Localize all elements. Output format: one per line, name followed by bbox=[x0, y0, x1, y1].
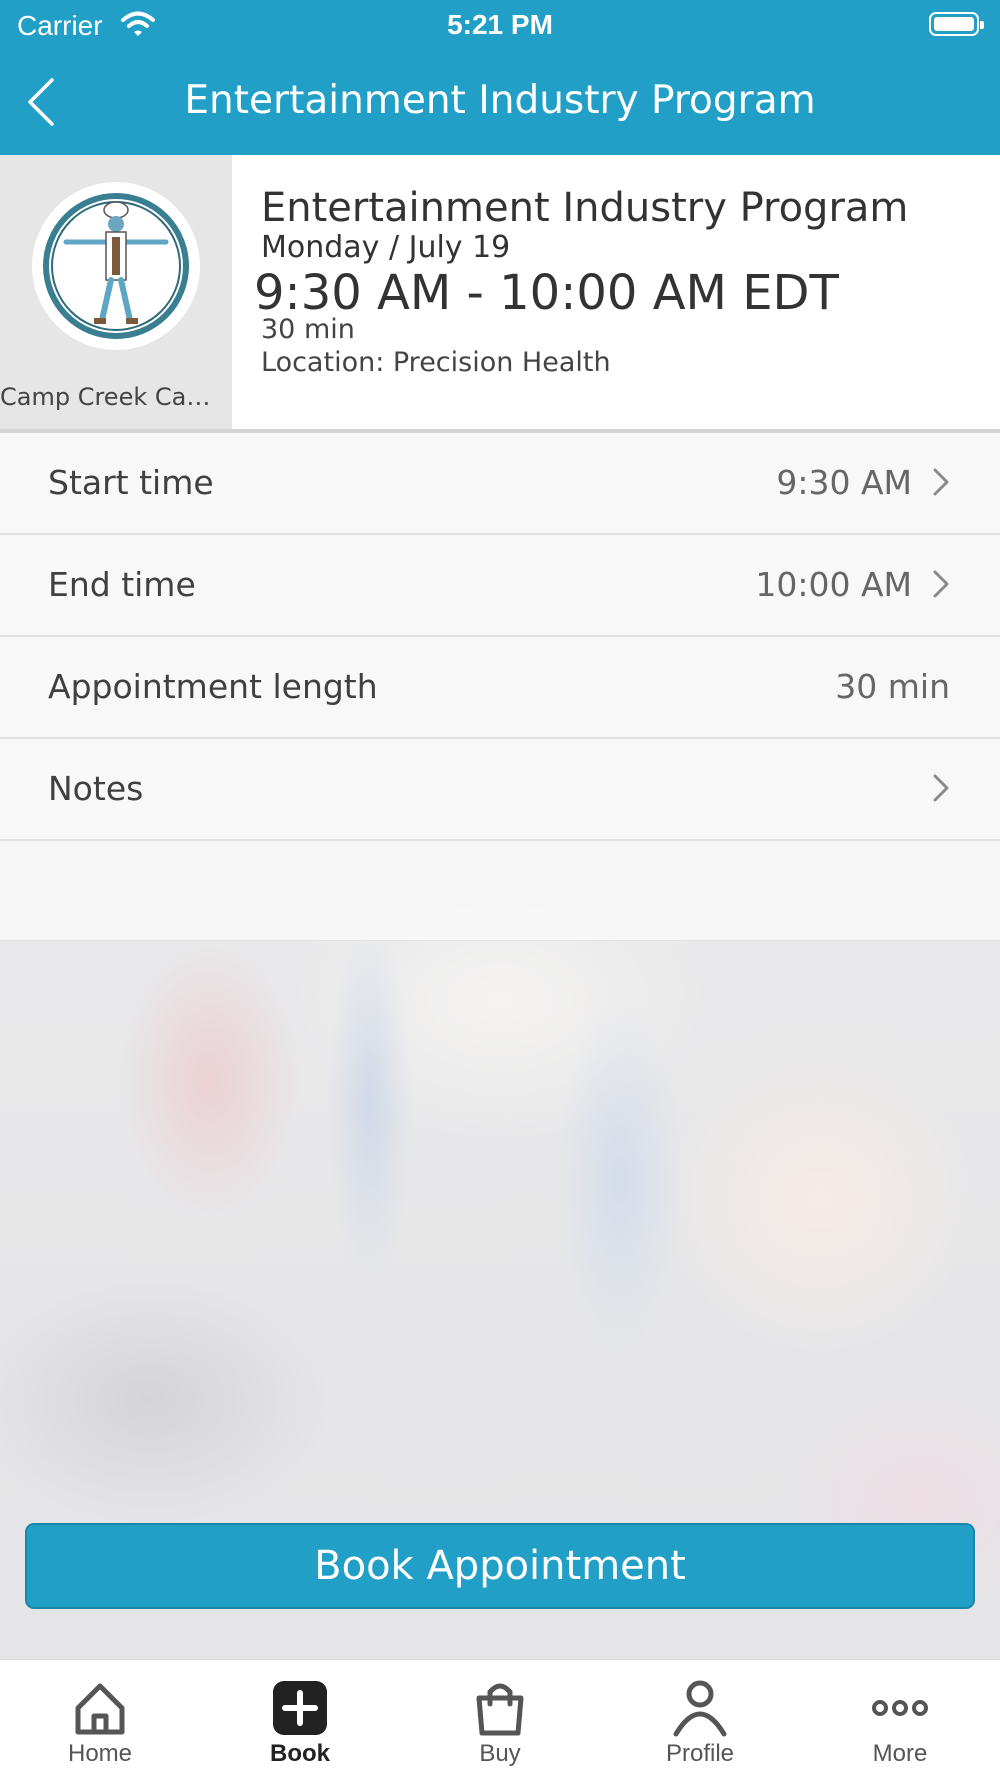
shopping-bag-icon bbox=[476, 1683, 524, 1736]
tab-buy[interactable]: Buy bbox=[400, 1660, 600, 1779]
event-title: Entertainment Industry Program bbox=[261, 185, 909, 231]
event-time-range: 9:30 AM - 10:00 AM EDT bbox=[254, 265, 839, 321]
provider-name: Camp Creek Camp... bbox=[0, 383, 232, 411]
tab-profile-label: Profile bbox=[665, 1740, 735, 1767]
tab-buy-label: Buy bbox=[479, 1740, 521, 1767]
tab-book[interactable]: Book bbox=[200, 1660, 400, 1779]
start-time-row[interactable]: Start time 9:30 AM bbox=[0, 433, 1000, 535]
event-summary-card: Camp Creek Camp... Entertainment Industr… bbox=[0, 155, 1000, 429]
notes-row[interactable]: Notes bbox=[0, 739, 1000, 841]
notes-label: Notes bbox=[48, 769, 144, 808]
chevron-right-icon bbox=[933, 468, 949, 496]
tab-home[interactable]: Home bbox=[0, 1660, 200, 1779]
tab-more-label: More bbox=[872, 1740, 928, 1767]
back-chevron-icon[interactable] bbox=[22, 72, 62, 132]
tab-home-label: Home bbox=[67, 1740, 133, 1767]
empty-row bbox=[0, 841, 1000, 941]
tab-profile[interactable]: Profile bbox=[600, 1660, 800, 1779]
appointment-length-value: 30 min bbox=[835, 667, 950, 706]
tab-book-label: Book bbox=[270, 1740, 330, 1767]
event-duration: 30 min bbox=[261, 314, 355, 345]
provider-logo bbox=[32, 182, 200, 350]
end-time-label: End time bbox=[48, 565, 196, 604]
appointment-length-label: Appointment length bbox=[48, 667, 378, 706]
appointment-length-row: Appointment length 30 min bbox=[0, 637, 1000, 739]
battery-icon bbox=[929, 12, 984, 36]
provider-panel: Camp Creek Camp... bbox=[0, 155, 232, 429]
status-bar: Carrier 5:21 PM bbox=[0, 0, 1000, 50]
tab-bar: Home Book Buy Profile More bbox=[0, 1659, 1000, 1779]
end-time-value: 10:00 AM bbox=[755, 565, 912, 604]
plus-square-icon bbox=[273, 1681, 327, 1735]
nav-title: Entertainment Industry Program bbox=[184, 78, 816, 123]
chevron-right-icon bbox=[933, 774, 949, 802]
status-time: 5:21 PM bbox=[447, 9, 553, 40]
start-time-value: 9:30 AM bbox=[776, 463, 912, 502]
event-date: Monday / July 19 bbox=[261, 230, 511, 265]
top-bar: Carrier 5:21 PM Entertainment Industry P… bbox=[0, 0, 1000, 155]
end-time-row[interactable]: End time 10:00 AM bbox=[0, 535, 1000, 637]
person-icon bbox=[673, 1680, 727, 1737]
appointment-details-list: Start time 9:30 AM End time 10:00 AM App… bbox=[0, 433, 1000, 941]
event-location: Location: Precision Health bbox=[261, 347, 611, 378]
book-appointment-button[interactable]: Book Appointment bbox=[25, 1523, 975, 1609]
more-dots-icon bbox=[872, 1700, 928, 1716]
start-time-label: Start time bbox=[48, 463, 214, 502]
home-icon bbox=[75, 1683, 125, 1735]
tab-more[interactable]: More bbox=[800, 1660, 1000, 1779]
chevron-right-icon bbox=[933, 570, 949, 598]
chef-figure-icon bbox=[43, 193, 189, 339]
